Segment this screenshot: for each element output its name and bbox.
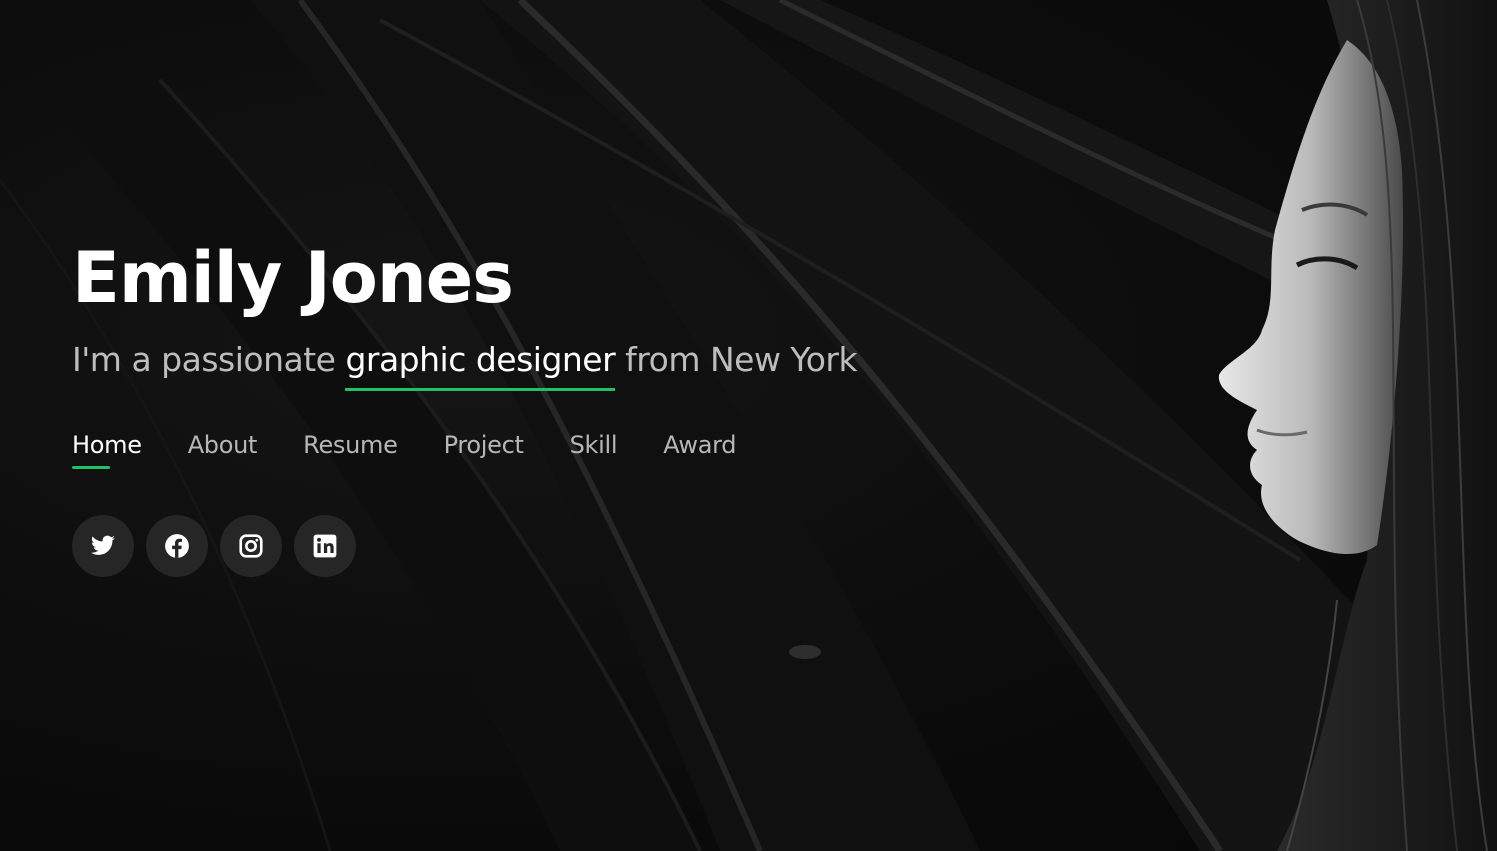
main-nav: Home About Resume Project Skill Award: [72, 431, 1072, 469]
hero-content: Emily Jones I'm a passionate graphic des…: [72, 232, 1072, 577]
social-links: [72, 515, 1072, 577]
twitter-icon: [91, 535, 115, 555]
nav-item-project[interactable]: Project: [444, 431, 524, 469]
instagram-icon: [239, 534, 263, 558]
portrait-image: [1218, 0, 1497, 851]
nav-item-about[interactable]: About: [188, 431, 258, 469]
nav-item-resume[interactable]: Resume: [303, 431, 398, 469]
hero-tagline: I'm a passionate graphic designer from N…: [72, 338, 1072, 391]
instagram-button[interactable]: [220, 515, 282, 577]
hero-section: Emily Jones I'm a passionate graphic des…: [0, 0, 1497, 851]
nav-item-home[interactable]: Home: [72, 431, 142, 469]
hero-name: Emily Jones: [72, 237, 514, 319]
linkedin-icon: [313, 534, 337, 558]
twitter-button[interactable]: [72, 515, 134, 577]
tagline-highlight: graphic designer: [345, 338, 616, 391]
nav-item-skill[interactable]: Skill: [570, 431, 618, 469]
tagline-prefix: I'm a passionate: [72, 340, 346, 379]
facebook-button[interactable]: [146, 515, 208, 577]
linkedin-button[interactable]: [294, 515, 356, 577]
nav-item-award[interactable]: Award: [663, 431, 736, 469]
facebook-icon: [165, 534, 189, 558]
tagline-suffix: from New York: [615, 340, 858, 379]
